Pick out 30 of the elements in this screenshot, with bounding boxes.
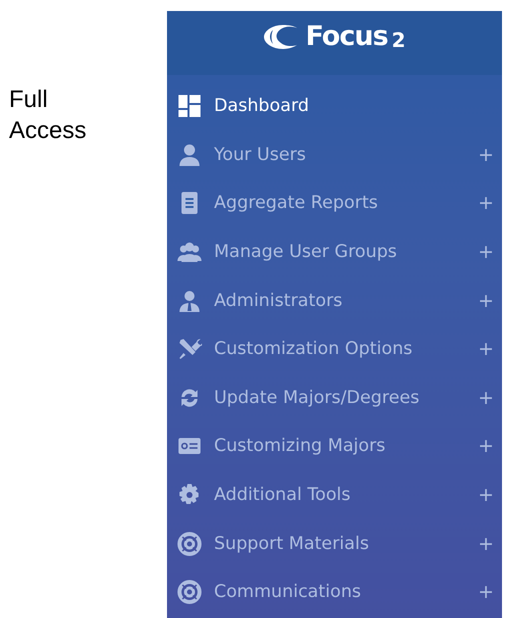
access-label: Full Access — [9, 85, 88, 146]
lifebuoy-icon — [177, 580, 202, 604]
menu-item[interactable]: Dashboard — [167, 82, 502, 131]
lifebuoy-icon — [177, 532, 202, 556]
menu-item[interactable]: Customizing Majors + — [167, 422, 502, 471]
menu-item[interactable]: Aggregate Reports + — [167, 179, 502, 228]
menu-item[interactable]: Communications + — [167, 568, 502, 617]
expand-toggle[interactable]: + — [478, 386, 494, 409]
expand-toggle[interactable]: + — [478, 532, 494, 555]
expand-toggle[interactable]: + — [478, 581, 494, 604]
menu-item[interactable]: Update Majors/Degrees + — [167, 374, 502, 422]
expand-toggle[interactable]: + — [478, 241, 494, 264]
user-icon — [177, 142, 202, 167]
dashboard-icon — [177, 94, 202, 118]
expand-toggle[interactable]: + — [478, 144, 494, 166]
focus-logo: Focus 2 — [263, 22, 406, 52]
menu-item[interactable]: Manage User Groups + — [167, 228, 502, 276]
person-tie-icon — [177, 288, 202, 313]
expand-toggle[interactable]: + — [478, 338, 494, 360]
expand-toggle[interactable]: + — [478, 290, 494, 312]
expand-toggle[interactable]: + — [478, 435, 494, 458]
user-group-icon — [177, 240, 202, 264]
menu-item[interactable]: Additional Tools + — [167, 470, 502, 520]
expand-toggle[interactable]: + — [478, 192, 494, 214]
tools-icon — [177, 337, 202, 362]
menu-item[interactable]: Support Materials + — [167, 519, 502, 568]
menu-item[interactable]: Administrators + — [167, 276, 502, 325]
expand-toggle[interactable]: + — [478, 484, 494, 506]
menu-item[interactable]: Customization Options + — [167, 324, 502, 374]
menu-item[interactable]: Your Users + — [167, 130, 502, 180]
